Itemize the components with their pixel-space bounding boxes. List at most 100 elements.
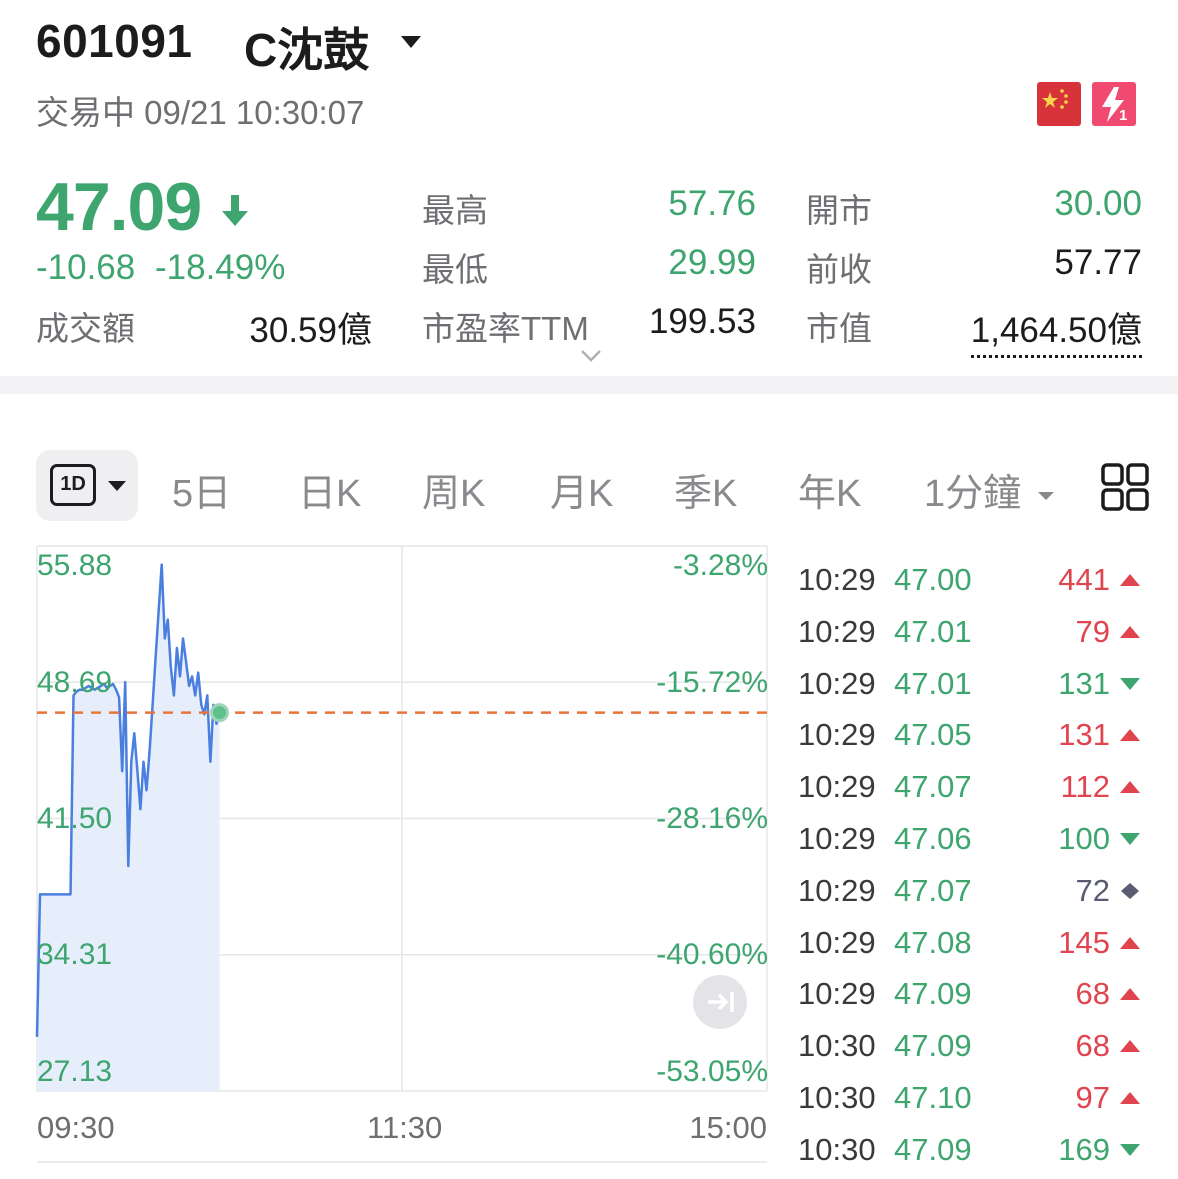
caret-down-icon <box>1037 491 1054 500</box>
trade-price: 47.05 <box>894 717 972 753</box>
last-price: 47.09 <box>36 169 202 245</box>
tab-daily-k[interactable]: 日K <box>298 462 361 517</box>
tab-1d-label[interactable]: 1D <box>50 464 96 506</box>
triangle-up-icon <box>1120 936 1140 949</box>
triangle-up-icon <box>1120 988 1140 1001</box>
y-label-right: -3.28% <box>672 549 768 582</box>
trade-ticker-list[interactable]: 10:29 47.00 441 10:29 47.01 79 10:29 47.01 131 10… <box>796 556 1146 1178</box>
trade-row: 10:29 47.05 131 <box>796 711 1146 763</box>
trade-volume: 131 <box>1058 717 1110 753</box>
section-divider <box>0 376 1178 394</box>
trade-price: 47.00 <box>894 562 972 597</box>
high-label: 最高 <box>422 192 488 229</box>
tab-quarterly-k[interactable]: 季K <box>674 462 737 517</box>
x-label: 09:30 <box>37 1110 115 1145</box>
trade-row: 10:30 47.10 97 <box>796 1074 1146 1126</box>
tab-monthly-k[interactable]: 月K <box>550 462 613 517</box>
trade-time: 10:29 <box>798 872 876 908</box>
trade-time: 10:29 <box>798 820 876 856</box>
trade-volume: 72 <box>1075 872 1110 908</box>
last-price-dot <box>210 703 229 723</box>
trade-volume: 145 <box>1058 924 1110 960</box>
svg-text:1: 1 <box>1119 107 1127 124</box>
arrow-down-icon <box>222 195 248 226</box>
high-value: 57.76 <box>668 184 756 223</box>
trade-price: 47.07 <box>894 769 972 805</box>
layout-grid-icon[interactable] <box>1100 462 1150 512</box>
y-label-left: 55.88 <box>37 549 113 582</box>
trade-volume: 131 <box>1058 665 1110 701</box>
trade-time: 10:29 <box>798 717 876 753</box>
trade-time: 10:30 <box>798 1131 876 1167</box>
stock-code: 601091 <box>36 15 193 67</box>
trade-price: 47.01 <box>894 613 972 649</box>
y-label-left: 41.50 <box>37 802 113 835</box>
flash-l1-icon[interactable]: 1 <box>1092 82 1136 126</box>
tab-interval[interactable]: 1分鐘 <box>924 462 1056 517</box>
trade-volume: 169 <box>1058 1131 1110 1167</box>
x-label: 15:00 <box>689 1110 767 1145</box>
price-change: -10.68 -18.49% <box>36 248 285 288</box>
trade-time: 10:30 <box>798 1079 876 1115</box>
cn-flag-icon <box>1037 82 1081 126</box>
jump-to-latest-button[interactable] <box>693 975 747 1029</box>
low-value: 29.99 <box>668 243 756 282</box>
x-label: 11:30 <box>367 1110 443 1145</box>
trade-time: 10:29 <box>798 562 876 597</box>
trade-volume: 112 <box>1060 769 1110 805</box>
y-label-right: -40.60% <box>656 938 768 971</box>
trade-price: 47.09 <box>894 1028 972 1064</box>
triangle-down-icon <box>1120 1143 1140 1156</box>
triangle-up-icon <box>1120 781 1140 794</box>
y-label-right: -28.16% <box>656 802 768 835</box>
turnover-label: 成交額 <box>36 310 135 347</box>
open-value: 30.00 <box>1054 184 1142 223</box>
trade-price: 47.06 <box>894 820 972 856</box>
trade-volume: 100 <box>1058 820 1110 856</box>
y-label-right: -15.72% <box>656 666 768 699</box>
trade-row: 10:29 47.08 145 <box>796 919 1146 971</box>
trading-status: 交易中 09/21 10:30:07 <box>36 94 365 131</box>
interval-label: 1分鐘 <box>924 473 1022 515</box>
pe-label: 市盈率TTM <box>422 310 589 347</box>
trade-time: 10:29 <box>798 769 876 805</box>
tab-5d[interactable]: 5日 <box>172 462 231 517</box>
trade-price: 47.07 <box>894 872 972 908</box>
triangle-up-icon <box>1120 1091 1140 1104</box>
trade-time: 10:30 <box>798 1028 876 1064</box>
chevron-down-icon[interactable] <box>398 32 424 52</box>
triangle-up-icon <box>1120 574 1140 586</box>
prev-close-value: 57.77 <box>1054 243 1142 282</box>
market-cap-label: 市值 <box>806 310 872 347</box>
triangle-up-icon <box>1120 1040 1140 1053</box>
pe-value: 199.53 <box>648 302 756 341</box>
prev-close-label: 前收 <box>806 251 872 288</box>
triangle-down-icon <box>1120 677 1140 690</box>
change-percent: -18.49% <box>154 248 286 287</box>
trade-row: 10:30 47.09 169 <box>796 1126 1146 1178</box>
open-label: 開市 <box>806 192 872 229</box>
trade-row: 10:29 47.07 72 <box>796 867 1146 919</box>
tab-weekly-k[interactable]: 周K <box>422 462 485 517</box>
y-label-left: 27.13 <box>37 1055 113 1088</box>
stock-name[interactable]: C沈鼓 <box>244 14 369 80</box>
trade-row: 10:30 47.09 68 <box>796 1022 1146 1074</box>
trade-price: 47.09 <box>894 1131 972 1167</box>
trade-time: 10:29 <box>798 924 876 960</box>
jump-to-end-icon <box>708 992 734 1012</box>
trade-row: 10:29 47.07 112 <box>796 763 1146 815</box>
trade-row: 10:29 47.06 100 <box>796 815 1146 867</box>
tab-yearly-k[interactable]: 年K <box>798 462 861 517</box>
triangle-up-icon <box>1120 729 1140 742</box>
expand-chevron-icon[interactable] <box>578 348 604 364</box>
trade-volume: 68 <box>1075 1028 1110 1064</box>
diamond-icon <box>1121 882 1139 899</box>
trade-price: 47.08 <box>894 924 972 960</box>
market-cap-value[interactable]: 1,464.50億 <box>970 302 1142 358</box>
caret-down-icon[interactable] <box>106 478 128 494</box>
y-label-left: 34.31 <box>37 938 113 971</box>
trade-price: 47.09 <box>894 976 972 1012</box>
trade-volume: 97 <box>1075 1079 1110 1115</box>
trade-time: 10:29 <box>798 613 876 649</box>
trade-row: 10:29 47.01 79 <box>796 608 1146 660</box>
